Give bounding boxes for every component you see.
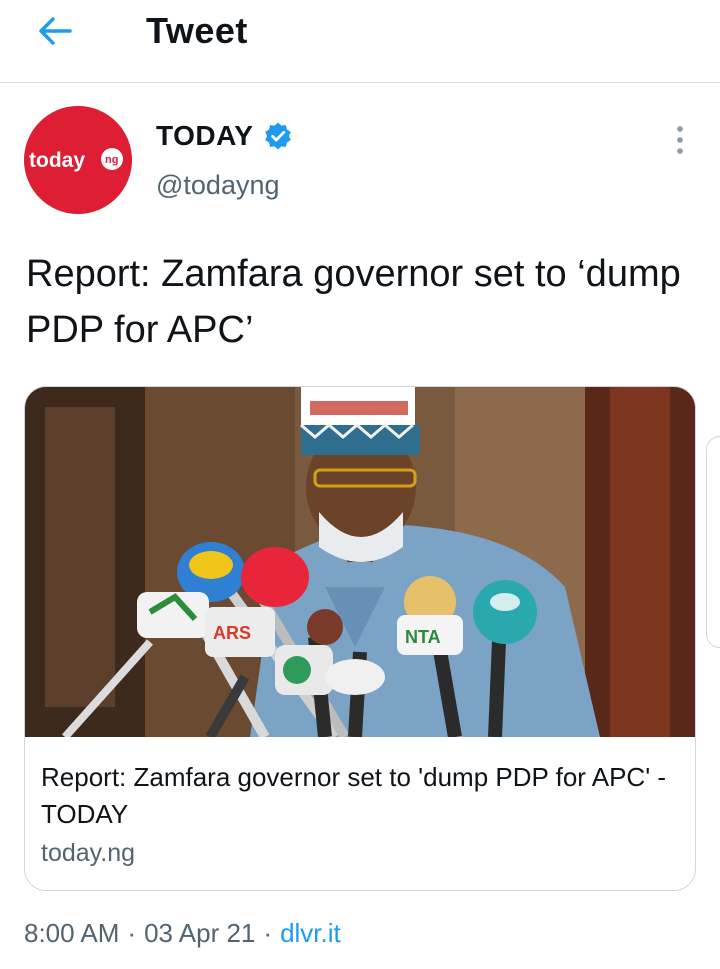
meta-separator: ·	[127, 918, 137, 948]
tweet-date: 03 Apr 21	[144, 918, 256, 948]
verified-badge-icon	[265, 122, 292, 150]
tweet-time: 8:00 AM	[24, 918, 120, 948]
press-conference-photo: ARS NTA	[25, 387, 695, 737]
avatar[interactable]: today ng	[24, 106, 132, 214]
top-bar: Tweet	[0, 0, 720, 83]
tweet-text: Report: Zamfara governor set to ‘dump PD…	[26, 253, 681, 351]
author-display-name[interactable]: TODAY	[156, 120, 253, 152]
link-card-domain[interactable]: today.ng	[41, 839, 135, 868]
author-handle[interactable]: @todayng	[156, 170, 280, 201]
link-card[interactable]: ARS NTA Report: Zamfara governor set to …	[24, 386, 696, 891]
author-name-row[interactable]: TODAY	[156, 120, 293, 152]
tweet-source-link[interactable]: dlvr.it	[280, 918, 341, 948]
edge-panel-handle[interactable]	[706, 436, 720, 648]
page-title: Tweet	[146, 10, 248, 51]
more-options-button[interactable]	[664, 122, 696, 158]
link-card-title[interactable]: Report: Zamfara governor set to 'dump PD…	[41, 759, 681, 833]
avatar-logo-text: today	[29, 149, 85, 172]
more-vertical-icon	[677, 126, 683, 154]
svg-text:ARS: ARS	[213, 623, 251, 643]
avatar-logo-badge: ng	[105, 154, 118, 166]
tweet-meta: 8:00 AM · 03 Apr 21 · dlvr.it	[24, 918, 341, 949]
today-logo-icon: today ng	[24, 106, 132, 214]
svg-text:NTA: NTA	[405, 627, 441, 647]
back-button[interactable]	[32, 8, 78, 54]
meta-separator: ·	[263, 918, 273, 948]
arrow-left-icon	[39, 17, 72, 45]
